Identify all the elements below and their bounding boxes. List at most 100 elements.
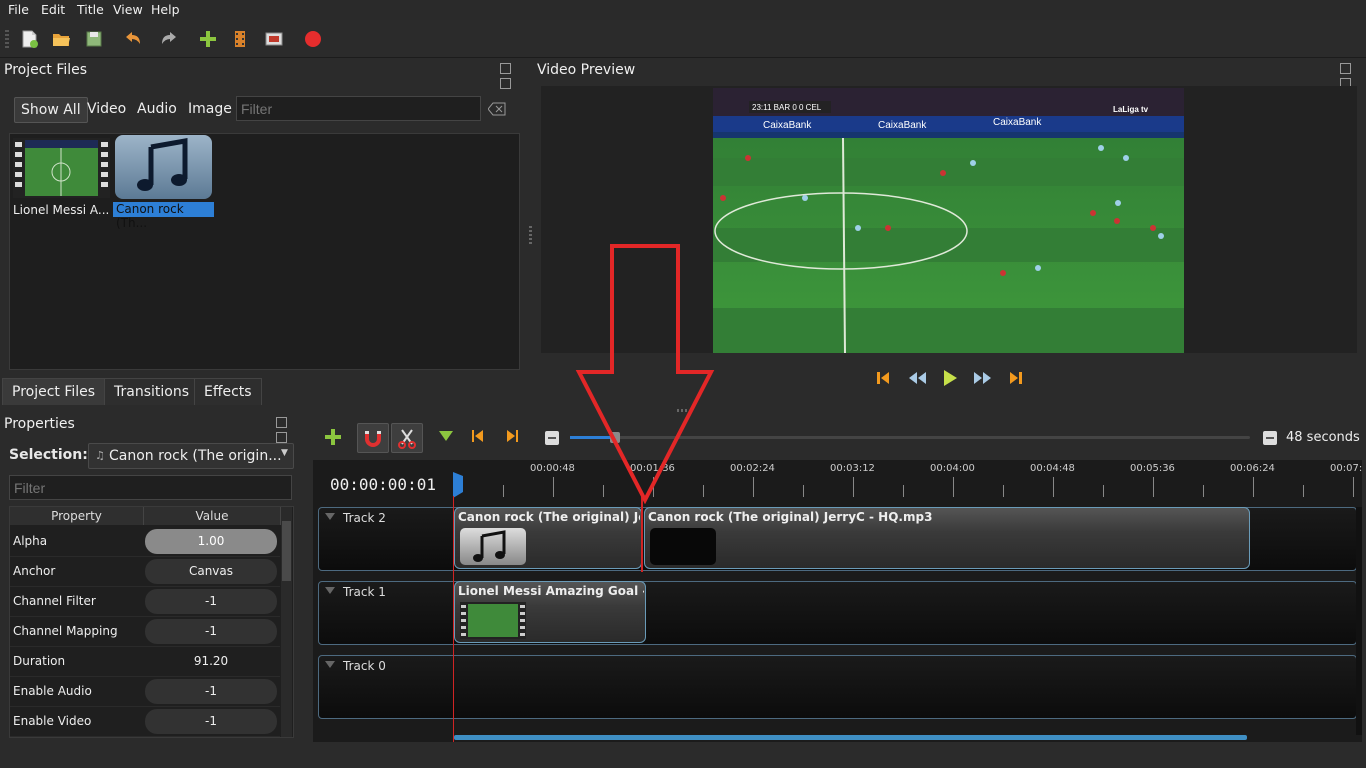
properties-dock-buttons[interactable]	[276, 417, 302, 443]
save-project-icon[interactable]	[83, 28, 105, 50]
clip-title: Canon rock (The original) Jerr...	[458, 510, 640, 524]
scrollbar-thumb[interactable]	[282, 521, 291, 581]
menu-help[interactable]: Help	[151, 2, 180, 17]
audio-clip-b[interactable]: Canon rock (The original) JerryC - HQ.mp…	[644, 507, 1250, 569]
property-name: Alpha	[13, 534, 48, 548]
property-value[interactable]: -1	[145, 679, 277, 704]
play-icon[interactable]	[940, 368, 960, 388]
fast-forward-icon[interactable]	[972, 370, 994, 386]
dock-buttons[interactable]	[500, 63, 526, 89]
file-item-audio[interactable]	[115, 135, 212, 199]
timeline: 00:00:00:01 00:00:48 00:01:36 00:02:24 0…	[313, 460, 1362, 742]
property-value[interactable]: -1	[145, 589, 277, 614]
ad-board-3: CaixaBank	[993, 117, 1042, 128]
zoom-level-label: 48 seconds	[1286, 430, 1360, 445]
audio-file-icon: ♫	[95, 449, 105, 462]
zoom-in-icon[interactable]	[1262, 430, 1278, 446]
video-clip[interactable]: Lionel Messi Amazing Goal - B...	[454, 581, 646, 643]
clear-filter-icon[interactable]	[488, 102, 506, 116]
broadcaster-logo: LaLiga tv	[1113, 105, 1149, 114]
redo-icon[interactable]	[158, 28, 180, 50]
rewind-icon[interactable]	[906, 370, 928, 386]
menu-bar: File Edit Title View Help	[0, 0, 1366, 20]
import-files-icon[interactable]	[197, 28, 219, 50]
toolbar-grip[interactable]	[5, 30, 9, 48]
col-header-property[interactable]: Property	[10, 507, 144, 525]
selection-dropdown[interactable]: Canon rock (The origin... ♫ ▼	[88, 443, 294, 469]
menu-edit[interactable]: Edit	[41, 2, 65, 17]
table-row[interactable]: Duration 91.20	[10, 646, 280, 677]
annotation-arrow-icon	[575, 244, 715, 504]
ad-board-1: CaixaBank	[763, 120, 812, 131]
jump-to-end-icon[interactable]	[1007, 369, 1025, 387]
jump-to-start-icon[interactable]	[874, 369, 892, 387]
track-0[interactable]: Track 0	[318, 655, 1357, 719]
add-track-icon[interactable]	[323, 427, 343, 447]
export-video-icon[interactable]	[302, 28, 324, 50]
tab-effects[interactable]: Effects	[194, 378, 262, 405]
track-label: Track 0	[343, 659, 386, 673]
timecode-display: 00:00:00:01	[330, 475, 436, 494]
tab-project-files[interactable]: Project Files	[2, 378, 106, 405]
filter-tab-image[interactable]: Image	[182, 97, 238, 121]
filter-tab-video[interactable]: Video	[81, 97, 132, 121]
track-collapse-icon[interactable]	[325, 661, 335, 668]
property-value[interactable]: 91.20	[145, 649, 277, 674]
property-name: Anchor	[13, 564, 56, 578]
property-value[interactable]: -1	[145, 709, 277, 734]
audio-clip-thumbnail	[460, 528, 526, 565]
col-header-value[interactable]: Value	[144, 507, 281, 525]
table-row[interactable]: Anchor Canvas	[10, 556, 280, 587]
audio-clip-a[interactable]: Canon rock (The original) Jerr...	[454, 507, 642, 569]
timeline-vertical-scrollbar[interactable]	[1356, 507, 1362, 735]
add-marker-icon[interactable]	[437, 429, 455, 443]
table-row[interactable]: Channel Filter -1	[10, 586, 280, 617]
project-files-filter-input[interactable]	[236, 96, 481, 121]
playhead-line	[453, 496, 454, 742]
ruler-label: 00:03:12	[830, 463, 875, 474]
scissors-icon	[398, 429, 416, 449]
snapping-toggle[interactable]	[357, 423, 389, 453]
splitter-handle[interactable]	[529, 226, 532, 244]
ruler-label: 00:02:24	[730, 463, 775, 474]
open-project-icon[interactable]	[50, 28, 72, 50]
table-row[interactable]: Enable Video -1	[10, 706, 280, 737]
track-collapse-icon[interactable]	[325, 513, 335, 520]
audio-clip-thumbnail	[650, 528, 716, 565]
razor-toggle[interactable]	[391, 423, 423, 453]
property-value[interactable]: Canvas	[145, 559, 277, 584]
playhead-handle[interactable]	[449, 472, 465, 498]
preview-dock-buttons[interactable]	[1340, 63, 1366, 89]
magnet-icon	[365, 431, 381, 447]
table-row[interactable]: Channel Mapping -1	[10, 616, 280, 647]
track-collapse-icon[interactable]	[325, 587, 335, 594]
file-item-video[interactable]	[13, 138, 110, 198]
fullscreen-icon[interactable]	[263, 28, 285, 50]
next-marker-icon[interactable]	[504, 428, 520, 444]
clip-title: Lionel Messi Amazing Goal - B...	[458, 584, 644, 598]
filter-tab-show-all[interactable]: Show All	[14, 97, 88, 123]
property-value[interactable]: 1.00	[145, 529, 277, 554]
menu-file[interactable]: File	[8, 2, 29, 17]
table-row[interactable]: Enable Audio -1	[10, 676, 280, 707]
selection-dropdown-value: Canon rock (The origin...	[109, 448, 282, 464]
properties-scrollbar[interactable]	[281, 507, 292, 737]
project-files-title: Project Files	[4, 62, 88, 78]
menu-view[interactable]: View	[113, 2, 143, 17]
tab-transitions[interactable]: Transitions	[104, 378, 199, 405]
properties-filter-input[interactable]	[9, 475, 292, 500]
property-value[interactable]: -1	[145, 619, 277, 644]
file-item-audio-label: Canon rock (Th...	[113, 202, 214, 230]
filter-tab-audio[interactable]: Audio	[131, 97, 183, 121]
track-label: Track 1	[343, 585, 386, 599]
choose-profile-icon[interactable]	[229, 28, 251, 50]
music-note-icon	[473, 530, 506, 562]
undo-icon[interactable]	[122, 28, 144, 50]
zoom-out-icon[interactable]	[544, 430, 560, 446]
previous-marker-icon[interactable]	[470, 428, 486, 444]
properties-title: Properties	[4, 416, 75, 432]
menu-title[interactable]: Title	[77, 2, 104, 17]
table-row[interactable]: Alpha 1.00	[10, 526, 280, 557]
new-project-icon[interactable]	[18, 28, 40, 50]
timeline-horizontal-scrollbar[interactable]	[454, 735, 1247, 740]
